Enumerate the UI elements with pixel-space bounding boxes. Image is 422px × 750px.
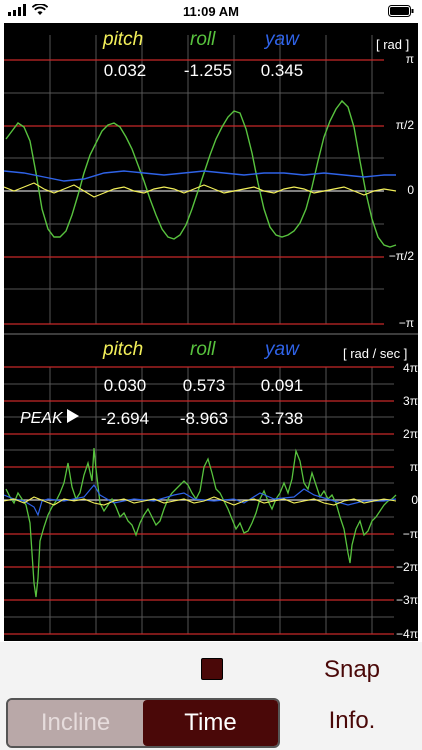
plot-grid	[4, 35, 418, 635]
tab-incline[interactable]: Incline	[8, 700, 143, 746]
peak-label: PEAK	[20, 409, 63, 427]
tick-top-pi: π	[405, 52, 414, 66]
pitch-label-top: pitch	[103, 29, 144, 50]
yaw-label-bottom: yaw	[265, 339, 299, 360]
record-button[interactable]	[201, 658, 223, 680]
tick-top-zero: 0	[407, 183, 414, 197]
snap-button[interactable]: Snap	[322, 656, 382, 684]
yaw-label-top: yaw	[265, 29, 299, 50]
tick-top-half-pi: π/2	[395, 118, 414, 132]
pitch-label-bottom: pitch	[103, 339, 144, 360]
pitch-value-bottom: 0.030	[103, 376, 147, 395]
tick-bottom-neg-3pi: −3π	[396, 593, 418, 607]
yaw-value-top: 0.345	[260, 61, 304, 80]
tick-bottom-2pi: 2π	[403, 427, 418, 441]
plot-area[interactable]: pitch roll yaw [ rad ] 0.032 -1.255 0.34…	[4, 23, 418, 641]
info-button[interactable]: Info.	[322, 707, 382, 735]
status-bar: 11:09 AM	[0, 0, 422, 22]
tab-time[interactable]: Time	[143, 700, 278, 746]
tick-top-neg-pi: −π	[398, 316, 414, 330]
unit-top: [ rad ]	[376, 37, 410, 52]
unit-bottom: [ rad / sec ]	[343, 346, 408, 361]
roll-label-bottom: roll	[190, 339, 216, 360]
roll-trace-rate	[5, 447, 397, 598]
play-triangle-icon	[66, 409, 79, 428]
pitch-peak-value: -2.694	[100, 409, 150, 428]
tick-bottom-pi: π	[409, 460, 418, 474]
peak-indicator[interactable]: PEAK	[20, 409, 79, 428]
tick-bottom-4pi: 4π	[403, 361, 418, 375]
tick-bottom-neg-4pi: −4π	[396, 627, 418, 641]
roll-value-bottom: 0.573	[182, 376, 226, 395]
roll-value-top: -1.255	[183, 61, 233, 80]
tick-top-neg-half-pi: −π/2	[388, 249, 414, 263]
status-time: 11:09 AM	[183, 4, 239, 19]
tick-bottom-3pi: 3π	[403, 394, 418, 408]
tick-bottom-neg-pi: −π	[402, 527, 418, 541]
pitch-value-top: 0.032	[103, 61, 147, 80]
yaw-peak-value: 3.738	[260, 409, 304, 428]
mode-segmented-control: Incline Time	[6, 698, 280, 748]
battery-icon	[388, 4, 414, 22]
tick-bottom-zero: 0	[411, 493, 418, 507]
roll-label-top: roll	[190, 29, 216, 50]
yaw-value-bottom: 0.091	[260, 376, 304, 395]
yaw-trace-angle	[4, 170, 396, 182]
roll-peak-value: -8.963	[179, 409, 229, 428]
tick-bottom-neg-2pi: −2π	[396, 560, 418, 574]
